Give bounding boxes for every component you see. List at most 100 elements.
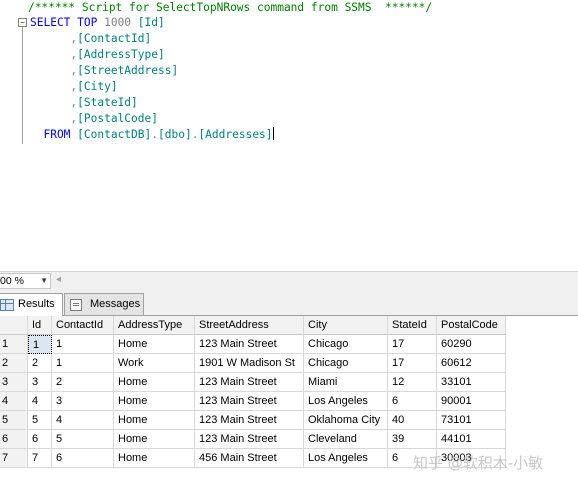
zoom-level-select[interactable]: 00 % ▼	[0, 273, 51, 289]
code-token: [Addresses]	[198, 128, 273, 141]
grid-cell[interactable]: 60612	[437, 354, 506, 373]
code-token: [StateId]	[77, 96, 138, 109]
grid-cell[interactable]: Chicago	[304, 354, 388, 373]
grid-cell[interactable]: Los Angeles	[304, 392, 388, 411]
grid-cell[interactable]: Oklahoma City	[304, 411, 388, 430]
grid-corner	[0, 316, 28, 335]
watermark: 知乎 @软积木-小敏	[413, 454, 544, 472]
code-line: SELECT TOP 1000 [Id]	[30, 15, 165, 31]
grid-cell[interactable]: 123 Main Street	[195, 411, 304, 430]
grid-cell[interactable]: 6	[388, 392, 437, 411]
grid-cell[interactable]: 39	[388, 430, 437, 449]
grid-cell[interactable]: Home	[114, 392, 195, 411]
grid-cell[interactable]: 90001	[437, 392, 506, 411]
grid-cell[interactable]: 60290	[437, 335, 506, 354]
code-token: ,	[30, 96, 78, 109]
grid-cell[interactable]: 5	[28, 411, 52, 430]
grid-cell[interactable]: 2	[28, 354, 52, 373]
grid-cell[interactable]: 4	[28, 392, 52, 411]
row-number[interactable]: 4	[0, 392, 28, 411]
code-token: ,	[30, 48, 78, 61]
row-number[interactable]: 7	[0, 449, 28, 468]
column-header[interactable]: ContactId	[52, 316, 114, 335]
grid-cell[interactable]: Home	[114, 335, 195, 354]
row-number[interactable]: 3	[0, 373, 28, 392]
code-token: [ContactId]	[77, 32, 152, 45]
grid-cell[interactable]: 40	[388, 411, 437, 430]
grid-cell[interactable]: 3	[28, 373, 52, 392]
grid-cell[interactable]: 7	[28, 449, 52, 468]
code-token: /****** Script for SelectTopNRows comman…	[28, 1, 433, 14]
code-token: [dbo]	[158, 128, 192, 141]
collapse-toggle-icon[interactable]: −	[18, 18, 27, 27]
grid-cell[interactable]: 5	[52, 430, 114, 449]
grid-cell[interactable]: 33101	[437, 373, 506, 392]
grid-cell[interactable]: 73101	[437, 411, 506, 430]
grid-cell[interactable]: Work	[114, 354, 195, 373]
column-header[interactable]: PostalCode	[437, 316, 506, 335]
code-token: [PostalCode]	[77, 112, 158, 125]
text-caret	[272, 127, 274, 140]
column-header[interactable]: Id	[28, 316, 52, 335]
grid-cell[interactable]: 123 Main Street	[195, 392, 304, 411]
chevron-down-icon: ▼	[40, 276, 48, 285]
code-token: 1000	[104, 16, 138, 29]
grid-cell[interactable]: 1	[52, 354, 114, 373]
grid-cell[interactable]: 12	[388, 373, 437, 392]
editor-gutter	[0, 0, 10, 271]
code-token: ,	[30, 112, 78, 125]
grid-cell[interactable]: 6	[52, 449, 114, 468]
code-line: ,[StreetAddress]	[30, 63, 178, 79]
grid-cell[interactable]: 17	[388, 335, 437, 354]
code-token: [AddressType]	[77, 48, 165, 61]
column-header[interactable]: City	[304, 316, 388, 335]
editor-status-bar: 00 % ▼ ◂	[0, 271, 578, 289]
grid-cell[interactable]: Cleveland	[304, 430, 388, 449]
grid-cell[interactable]: 6	[28, 430, 52, 449]
code-line: FROM [ContactDB].[dbo].[Addresses]	[30, 127, 274, 143]
code-token: ,	[30, 80, 78, 93]
grid-cell[interactable]: 123 Main Street	[195, 335, 304, 354]
column-header[interactable]: StateId	[388, 316, 437, 335]
row-number[interactable]: 2	[0, 354, 28, 373]
code-line: /****** Script for SelectTopNRows comman…	[28, 0, 432, 16]
grid-cell[interactable]: Home	[114, 373, 195, 392]
grid-cell[interactable]: Home	[114, 430, 195, 449]
column-header[interactable]: StreetAddress	[195, 316, 304, 335]
code-token: SELECT TOP	[30, 16, 105, 29]
grid-cell[interactable]: 44101	[437, 430, 506, 449]
code-token: ,	[30, 64, 78, 77]
code-token: [StreetAddress]	[77, 64, 179, 77]
grid-cell[interactable]: 456 Main Street	[195, 449, 304, 468]
grid-cell[interactable]: Home	[114, 449, 195, 468]
grid-cell[interactable]: 123 Main Street	[195, 430, 304, 449]
code-token: ,	[30, 32, 78, 45]
grid-cell[interactable]: Los Angeles	[304, 449, 388, 468]
grid-cell[interactable]: 1	[28, 335, 52, 354]
code-line: ,[ContactId]	[30, 31, 151, 47]
grid-cell[interactable]: 2	[52, 373, 114, 392]
row-number[interactable]: 6	[0, 430, 28, 449]
grid-icon	[0, 299, 14, 311]
column-header[interactable]: AddressType	[114, 316, 195, 335]
row-number[interactable]: 1	[0, 335, 28, 354]
grid-cell[interactable]: Home	[114, 411, 195, 430]
grid-cell[interactable]: 17	[388, 354, 437, 373]
results-tab-strip: Results Messages	[0, 289, 578, 316]
tab-messages[interactable]: Messages	[64, 293, 144, 315]
grid-cell[interactable]: 3	[52, 392, 114, 411]
grid-cell[interactable]: Miami	[304, 373, 388, 392]
grid-cell[interactable]: 1	[52, 335, 114, 354]
scroll-left-arrow-icon[interactable]: ◂	[56, 273, 61, 287]
code-line: ,[StateId]	[30, 95, 138, 111]
row-number[interactable]: 5	[0, 411, 28, 430]
grid-cell[interactable]: 4	[52, 411, 114, 430]
query-editor[interactable]: − /****** Script for SelectTopNRows comm…	[0, 0, 578, 271]
grid-cell[interactable]: Chicago	[304, 335, 388, 354]
tab-messages-label: Messages	[90, 298, 141, 310]
grid-cell[interactable]: 123 Main Street	[195, 373, 304, 392]
tab-results[interactable]: Results	[0, 293, 63, 316]
tab-results-label: Results	[18, 298, 55, 310]
grid-cell[interactable]: 1901 W Madison St	[195, 354, 304, 373]
code-line: ,[AddressType]	[30, 47, 165, 63]
